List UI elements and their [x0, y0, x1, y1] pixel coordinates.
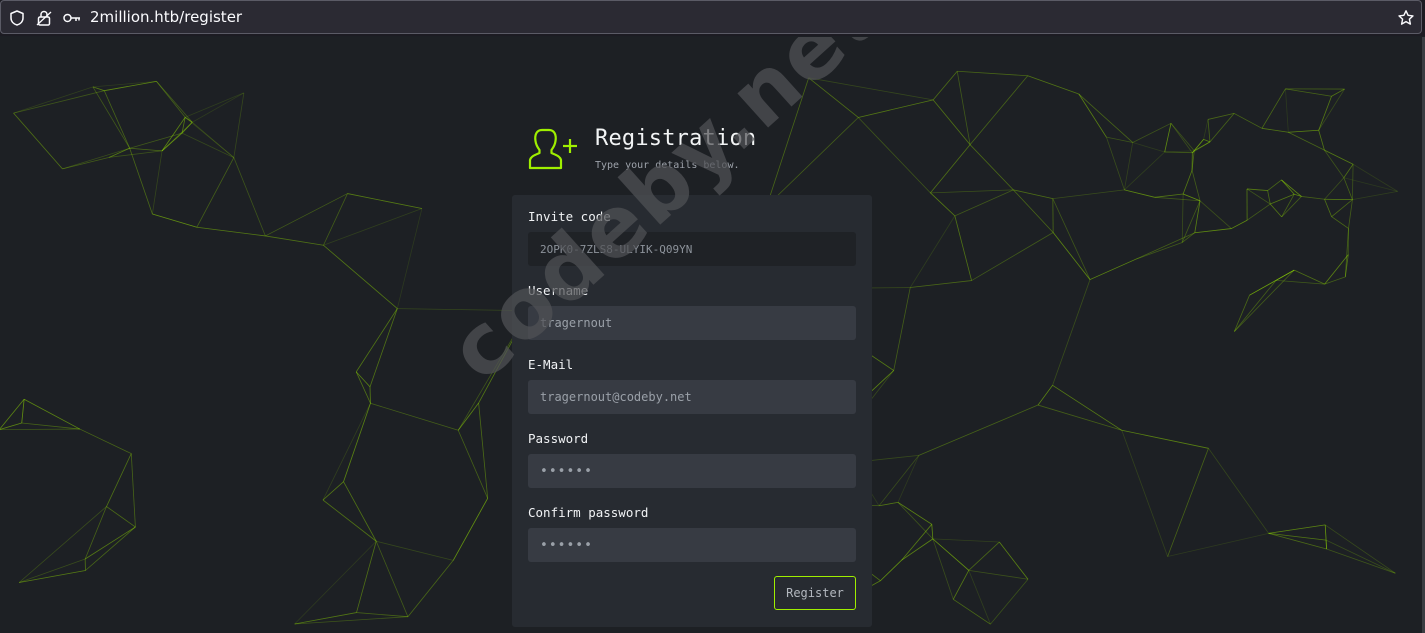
address-bar[interactable]: 2million.htb/register: [0, 0, 1422, 34]
registration-header: Registration Type your details below.: [526, 126, 886, 177]
email-label: E-Mail: [528, 357, 574, 372]
password-field[interactable]: [528, 454, 856, 488]
username-label: Username: [528, 283, 589, 298]
registration-form: Invite code Username E-Mail Password Con…: [512, 195, 872, 627]
password-label: Password: [528, 431, 589, 446]
page-subtitle: Type your details below.: [595, 160, 740, 171]
lock-icon[interactable]: [35, 9, 53, 27]
invite-code-label: Invite code: [528, 209, 611, 224]
register-button[interactable]: Register: [774, 576, 856, 610]
url-text[interactable]: 2million.htb/register: [90, 8, 242, 26]
user-add-icon: [528, 128, 577, 170]
shield-icon[interactable]: [8, 9, 26, 27]
username-field[interactable]: [528, 306, 856, 340]
confirm-password-label: Confirm password: [528, 505, 649, 520]
key-icon[interactable]: [62, 9, 80, 27]
confirm-password-field[interactable]: [528, 528, 856, 562]
email-field[interactable]: [528, 380, 856, 414]
bookmark-star-icon[interactable]: [1397, 9, 1415, 27]
register-page: Registration Type your details below. In…: [0, 37, 1425, 633]
browser-toolbar: 2million.htb/register: [0, 0, 1425, 36]
invite-code-field[interactable]: [528, 232, 856, 266]
page-title: Registration: [595, 126, 757, 151]
